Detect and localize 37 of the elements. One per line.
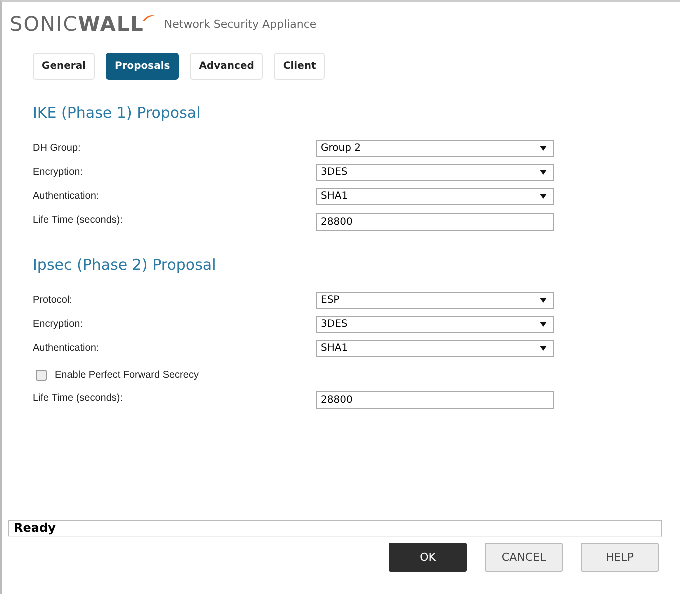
dropdown[interactable]: Group 2: [316, 140, 554, 156]
dropdown[interactable]: SHA1: [316, 188, 554, 204]
logo: SONICWALL: [10, 12, 144, 36]
tab[interactable]: Advanced: [190, 53, 264, 80]
dialog-button[interactable]: CANCEL: [485, 543, 563, 572]
field-label: Protocol:: [33, 294, 74, 306]
field-label: Life Time (seconds):: [33, 214, 124, 226]
field-label: Authentication:: [33, 190, 100, 202]
tab[interactable]: Proposals: [106, 53, 180, 80]
dialog-button[interactable]: HELP: [581, 543, 659, 572]
checkbox[interactable]: [36, 370, 47, 380]
section-heading: Ipsec (Phase 2) Proposal: [33, 256, 218, 274]
field-label: Encryption:: [33, 318, 84, 330]
dropdown-arrow-icon: [540, 346, 547, 350]
status-bar: Ready: [8, 520, 662, 537]
swoosh-icon: [142, 14, 156, 22]
dropdown[interactable]: 3DES: [316, 316, 554, 332]
dropdown-arrow-icon: [540, 194, 547, 198]
dropdown[interactable]: SHA1: [316, 340, 554, 356]
product-name: Network Security Appliance: [164, 18, 317, 30]
tab[interactable]: General: [33, 53, 95, 80]
dropdown-arrow-icon: [540, 322, 547, 326]
dialog-button[interactable]: OK: [389, 543, 467, 572]
dropdown[interactable]: ESP: [316, 292, 554, 308]
input-field[interactable]: 28800: [316, 213, 554, 231]
dropdown-arrow-icon: [540, 298, 547, 302]
field-label: Life Time (seconds):: [33, 392, 124, 404]
field-label: DH Group:: [33, 142, 82, 154]
dropdown-arrow-icon: [540, 170, 547, 174]
dropdown[interactable]: 3DES: [316, 164, 554, 180]
input-field[interactable]: 28800: [316, 391, 554, 409]
field-label: Authentication:: [33, 342, 100, 354]
section-heading: IKE (Phase 1) Proposal: [33, 104, 202, 122]
dropdown-arrow-icon: [540, 146, 547, 150]
checkbox-label: Enable Perfect Forward Secrecy: [55, 370, 199, 380]
field-label: Encryption:: [33, 166, 84, 178]
tab[interactable]: Client: [274, 53, 326, 80]
